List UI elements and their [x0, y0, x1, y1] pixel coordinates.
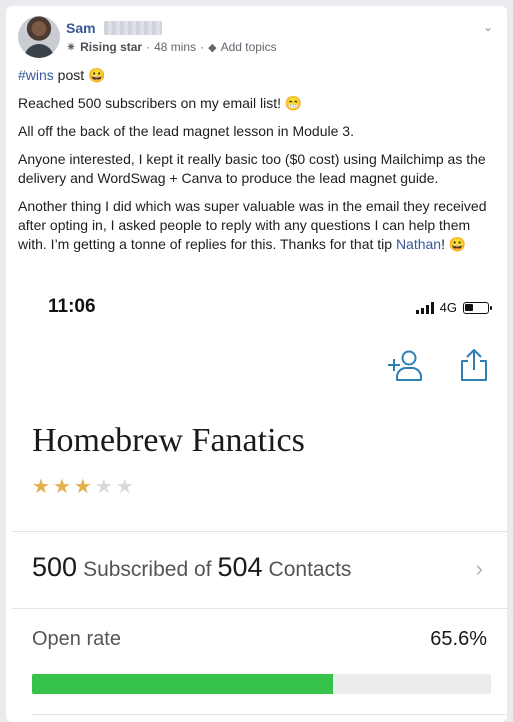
post-line: Another thing I did which was super valu…: [18, 197, 497, 254]
subscribed-count: 500: [32, 552, 78, 582]
mention-link[interactable]: Nathan: [396, 236, 441, 252]
avatar[interactable]: [18, 16, 60, 58]
author-row: Sam: [66, 18, 162, 38]
meta-separator: ·: [146, 40, 151, 54]
post-line: All off the back of the lead magnet less…: [18, 123, 354, 139]
post-text: post 😀: [53, 67, 106, 83]
open-rate-label: Open rate: [32, 628, 121, 650]
open-rate-bar: [32, 674, 491, 694]
contacts-label: Contacts: [268, 558, 352, 581]
meta-separator: ·: [200, 40, 205, 54]
post-text: ! 😀: [441, 236, 467, 252]
feed-post: Sam ✷ Rising star · 48 mins · ◆ Add topi…: [6, 6, 507, 722]
post-body: #wins post 😀 Reached 500 subscribers on …: [18, 66, 497, 263]
open-rate-row: Open rate 65.6%: [32, 628, 487, 651]
subscribed-label: Subscribed of: [83, 558, 212, 581]
network-label: 4G: [439, 300, 457, 315]
post-header: Sam ✷ Rising star · 48 mins · ◆ Add topi…: [18, 16, 495, 62]
share-icon: [459, 348, 489, 382]
redacted-surname: [103, 21, 162, 35]
post-meta: ✷ Rising star · 48 mins · ◆ Add topics: [66, 40, 277, 54]
status-time: 11:06: [48, 296, 96, 317]
star-icon: ★: [94, 476, 113, 498]
post-line: Reached 500 subscribers on my email list…: [18, 95, 303, 111]
star-badge-icon: ✷: [66, 40, 77, 54]
star-rating: ★ ★ ★ ★ ★: [32, 474, 134, 499]
author-name[interactable]: Sam: [66, 20, 96, 36]
chevron-right-icon: ›: [475, 556, 483, 581]
signal-icon: [415, 301, 434, 314]
post-line: #wins post 😀: [18, 66, 497, 85]
open-rate-value: 65.6%: [430, 628, 487, 650]
star-icon: ★: [73, 476, 92, 498]
member-badge: Rising star: [80, 40, 143, 54]
open-rate-bar-fill: [32, 674, 334, 694]
post-time[interactable]: 48 mins: [154, 40, 196, 54]
list-actions: [387, 348, 489, 382]
divider: [32, 714, 507, 715]
list-title: Homebrew Fanatics: [32, 422, 305, 459]
status-indicators: 4G: [415, 300, 492, 315]
divider: [12, 608, 507, 609]
contacts-count: 504: [217, 552, 263, 582]
add-user-icon: [387, 348, 423, 382]
star-icon: ★: [32, 476, 50, 498]
star-icon: ★: [52, 476, 71, 498]
post-line: Anyone interested, I kept it really basi…: [18, 151, 486, 186]
tag-icon: ◆: [208, 41, 217, 54]
star-icon: ★: [115, 476, 134, 498]
attached-screenshot[interactable]: 11:06 4G Homebrew Fanatics ★ ★ ★ ★ ★ 500…: [12, 282, 507, 722]
divider: [12, 531, 507, 532]
battery-icon: [463, 301, 492, 314]
chevron-down-icon[interactable]: ⌄: [483, 20, 493, 34]
hashtag-link[interactable]: #wins: [18, 67, 54, 83]
add-topics-link[interactable]: Add topics: [221, 40, 277, 54]
subscribers-row: 500 Subscribed of 504 Contacts ›: [32, 552, 487, 583]
